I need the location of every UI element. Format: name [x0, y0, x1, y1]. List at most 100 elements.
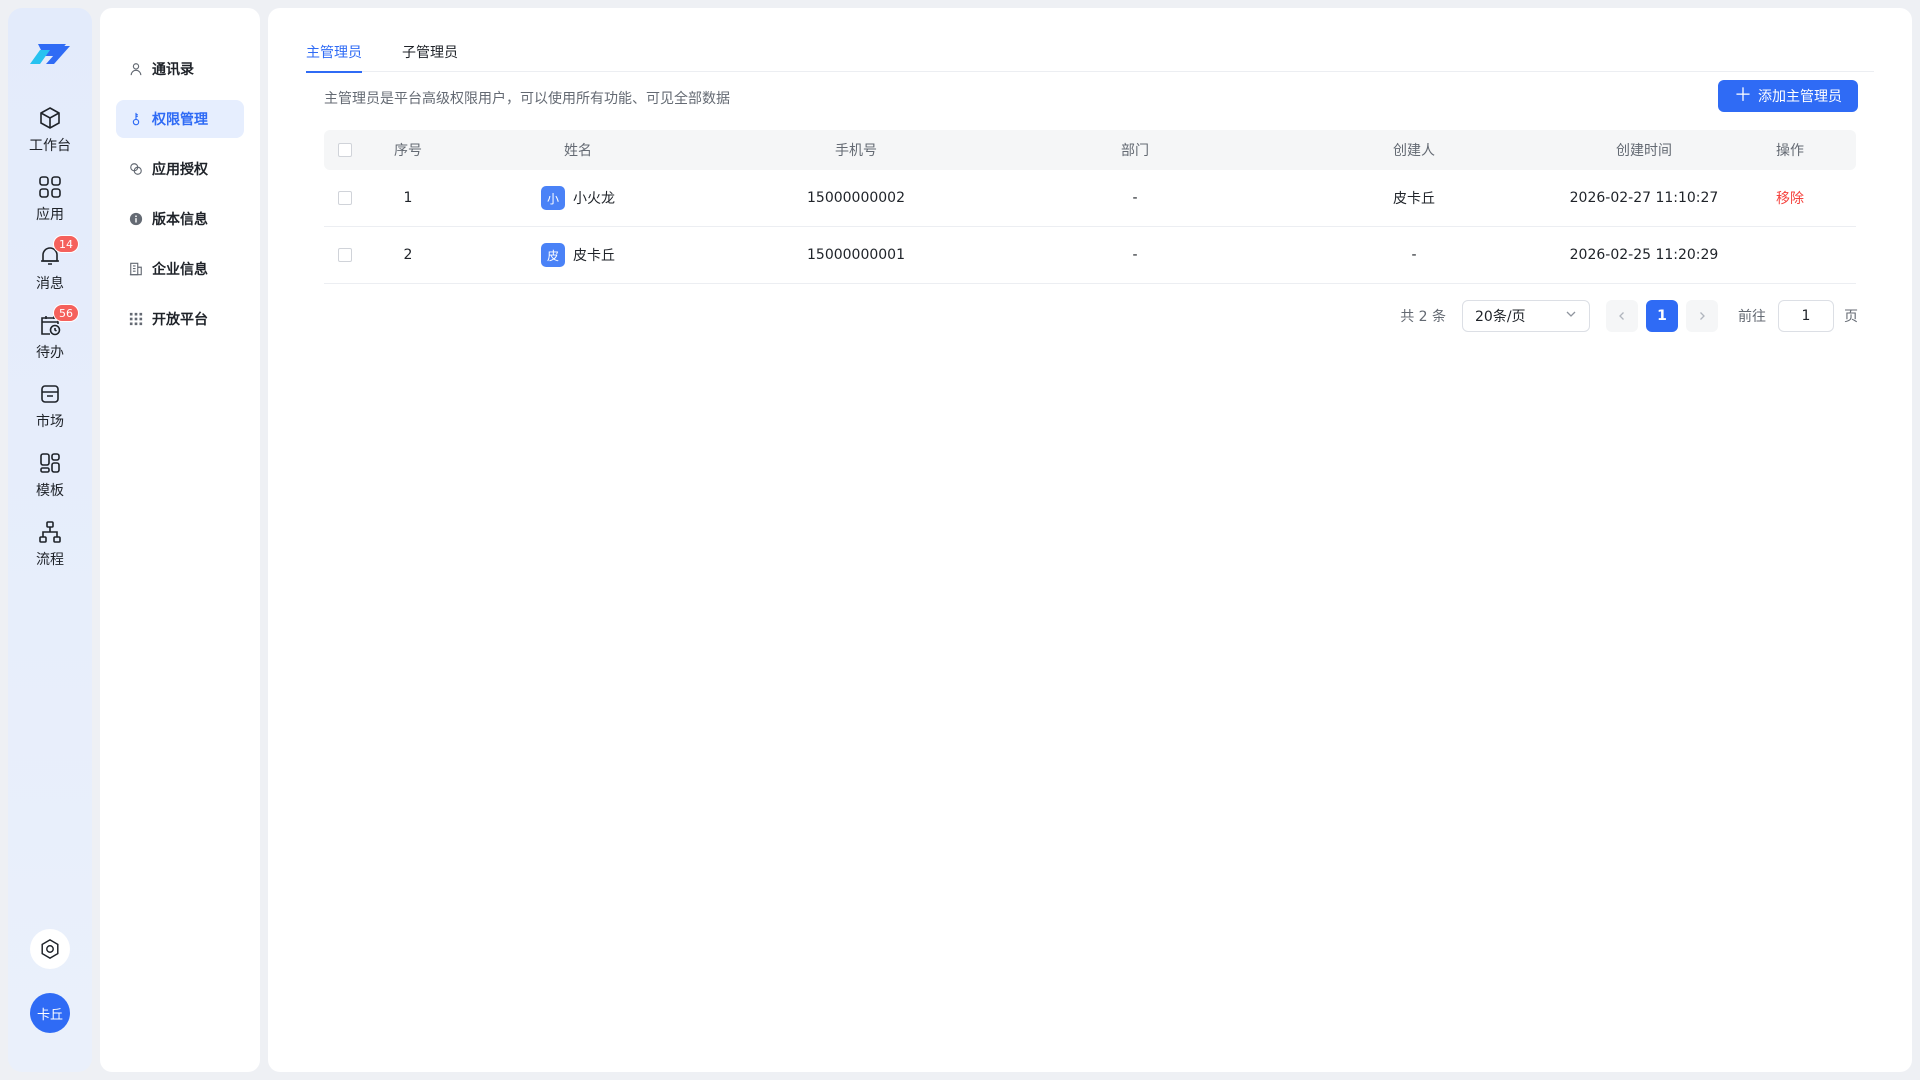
header-name: 姓名 — [564, 143, 592, 159]
cell-no: 2 — [403, 247, 413, 263]
pagination: 共 2 条 20条/页 1 前往 页 — [1400, 300, 1858, 332]
sidebar-item-open-platform[interactable]: 开放平台 — [116, 300, 244, 338]
rail-item-workbench[interactable]: 工作台 — [8, 105, 92, 165]
link-icon — [128, 161, 144, 177]
rail-item-templates[interactable]: 模板 — [8, 450, 92, 510]
cell-phone: 15000000001 — [807, 247, 905, 263]
avatar[interactable]: 卡丘 — [30, 993, 70, 1033]
dots-grid-icon — [128, 311, 144, 327]
table-header: 序号 姓名 手机号 部门 创建人 创建时间 操作 — [324, 130, 1856, 170]
logo-icon[interactable] — [26, 38, 74, 72]
sidebar-item-contacts[interactable]: 通讯录 — [116, 50, 244, 88]
next-page-button[interactable] — [1686, 300, 1718, 332]
table-row: 1 小 小火龙 15000000002 - 皮卡丘 2026-02-27 11:… — [324, 170, 1856, 227]
calendar-clock-icon: 56 — [37, 304, 79, 338]
rail-item-apps[interactable]: 应用 — [8, 174, 92, 234]
cell-creator: 皮卡丘 — [1393, 191, 1435, 207]
gear-icon — [41, 938, 59, 960]
row-checkbox[interactable] — [324, 248, 366, 262]
cell-phone: 15000000002 — [807, 190, 905, 206]
chevron-down-icon — [1565, 308, 1577, 324]
rail-item-label: 流程 — [36, 552, 64, 568]
add-button-label: 添加主管理员 — [1758, 89, 1842, 105]
sidebar-item-company[interactable]: 企业信息 — [116, 250, 244, 288]
grid-icon — [37, 174, 63, 200]
goto-unit: 页 — [1844, 309, 1858, 325]
left-rail: 工作台 应用 14 消息 56 待办 市场 模板 流程 卡丘 — [8, 8, 92, 1072]
goto-page-input[interactable] — [1778, 300, 1834, 332]
sidebar-item-label: 版本信息 — [152, 212, 208, 228]
sidebar-item-label: 企业信息 — [152, 262, 208, 278]
cell-creator: - — [1411, 247, 1417, 263]
sidebar-item-label: 开放平台 — [152, 312, 208, 328]
page-size-value: 20条/页 — [1475, 309, 1526, 325]
user-name: 小火龙 — [573, 191, 615, 207]
rail-item-label: 待办 — [36, 345, 64, 361]
total-count: 共 2 条 — [1400, 309, 1446, 325]
table-row: 2 皮 皮卡丘 15000000001 - - 2026-02-25 11:20… — [324, 227, 1856, 284]
page-description: 主管理员是平台高级权限用户，可以使用所有功能、可见全部数据 — [324, 91, 730, 107]
cell-name: 小 小火龙 — [450, 186, 706, 210]
settings-button[interactable] — [30, 929, 70, 969]
key-icon — [128, 111, 144, 127]
chevron-left-icon — [1619, 312, 1624, 320]
info-icon — [128, 211, 144, 227]
user-icon — [128, 61, 144, 77]
todo-badge: 56 — [53, 304, 79, 322]
flow-icon — [37, 519, 63, 545]
rail-item-todo[interactable]: 56 待办 — [8, 304, 92, 372]
sidebar-item-version[interactable]: 版本信息 — [116, 200, 244, 238]
sidebar-item-label: 权限管理 — [152, 112, 208, 128]
cell-dept: - — [1132, 190, 1138, 206]
main-panel: 主管理员 子管理员 主管理员是平台高级权限用户，可以使用所有功能、可见全部数据 … — [268, 8, 1912, 1072]
select-all-checkbox[interactable] — [324, 143, 366, 157]
cube-icon — [37, 105, 63, 131]
sidebar-item-app-auth[interactable]: 应用授权 — [116, 150, 244, 188]
header-phone: 手机号 — [835, 143, 877, 159]
building-icon — [128, 261, 144, 277]
rail-item-messages[interactable]: 14 消息 — [8, 235, 92, 303]
header-no: 序号 — [394, 143, 422, 159]
cell-name: 皮 皮卡丘 — [450, 243, 706, 267]
rail-item-label: 消息 — [36, 276, 64, 292]
sidebar-item-label: 应用授权 — [152, 162, 208, 178]
settings-sidebar: 通讯录 权限管理 应用授权 版本信息 企业信息 开放平台 — [100, 8, 260, 1072]
page-number-button[interactable]: 1 — [1646, 300, 1678, 332]
goto-label: 前往 — [1738, 309, 1766, 325]
template-icon — [37, 450, 63, 476]
tab-main-admins[interactable]: 主管理员 — [306, 30, 362, 73]
header-op: 操作 — [1776, 143, 1804, 159]
cell-no: 1 — [403, 190, 413, 206]
store-icon — [37, 381, 63, 407]
sidebar-item-permissions[interactable]: 权限管理 — [116, 100, 244, 138]
cell-dept: - — [1132, 247, 1138, 263]
header-creator: 创建人 — [1393, 143, 1435, 159]
tab-sub-admins[interactable]: 子管理员 — [402, 30, 458, 72]
rail-item-label: 应用 — [36, 207, 64, 223]
rail-item-label: 模板 — [36, 483, 64, 499]
chevron-right-icon — [1700, 312, 1705, 320]
tab-bar: 主管理员 子管理员 — [306, 30, 1874, 73]
add-main-admin-button[interactable]: ＋ 添加主管理员 — [1718, 80, 1858, 112]
admin-table: 序号 姓名 手机号 部门 创建人 创建时间 操作 1 小 小火龙 1500000… — [324, 130, 1856, 284]
user-name: 皮卡丘 — [573, 248, 615, 264]
rail-item-market[interactable]: 市场 — [8, 381, 92, 441]
rail-item-label: 工作台 — [29, 138, 71, 154]
user-avatar: 皮 — [541, 243, 565, 267]
sidebar-item-label: 通讯录 — [152, 62, 194, 78]
cell-time: 2026-02-25 11:20:29 — [1569, 247, 1719, 263]
header-dept: 部门 — [1121, 143, 1149, 159]
remove-link[interactable]: 移除 — [1776, 191, 1804, 207]
bell-icon: 14 — [37, 235, 79, 269]
header-time: 创建时间 — [1616, 143, 1672, 159]
cell-time: 2026-02-27 11:10:27 — [1569, 190, 1719, 206]
cell-op: 移除 — [1724, 188, 1856, 208]
page-size-select[interactable]: 20条/页 — [1462, 300, 1590, 332]
plus-icon: ＋ — [1734, 85, 1752, 106]
user-avatar: 小 — [541, 186, 565, 210]
message-badge: 14 — [53, 235, 79, 253]
rail-item-label: 市场 — [36, 414, 64, 430]
row-checkbox[interactable] — [324, 191, 366, 205]
prev-page-button[interactable] — [1606, 300, 1638, 332]
rail-item-flow[interactable]: 流程 — [8, 519, 92, 579]
